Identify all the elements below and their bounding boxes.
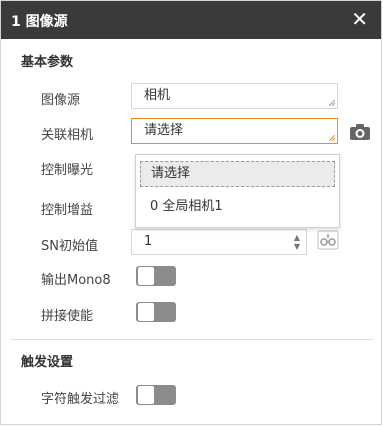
toggle-knob [138, 303, 154, 321]
stitch-enable-toggle[interactable] [136, 302, 176, 322]
char-trigger-filter-label: 字符触发过滤 [41, 392, 120, 407]
image-source-value: 相机 [144, 88, 171, 103]
dialog-titlebar[interactable]: 1 图像源 ✕ [1, 1, 381, 39]
linked-camera-dropdown: 请选择 0 全局相机1 [135, 154, 340, 228]
dropdown-option-global-camera[interactable]: 0 全局相机1 [140, 195, 335, 221]
dialog-title: 1 图像源 [11, 14, 68, 30]
linked-camera-label: 关联相机 [41, 128, 94, 143]
section-divider [11, 339, 373, 340]
resize-grip-icon [329, 135, 335, 141]
sn-initial-label: SN初始值 [41, 239, 98, 254]
char-trigger-filter-toggle[interactable] [136, 385, 176, 405]
control-exposure-label: 控制曝光 [41, 163, 94, 178]
image-source-dialog: 1 图像源 ✕ 基本参数 图像源 相机 关联相机 请选择 控制曝光 控制增益 S… [0, 0, 382, 425]
linked-camera-select[interactable]: 请选择 [131, 118, 338, 144]
output-mono8-label: 输出Mono8 [41, 273, 111, 288]
output-mono8-toggle[interactable] [136, 266, 176, 286]
stitch-enable-label: 拼接使能 [41, 309, 94, 324]
dropdown-option-placeholder[interactable]: 请选择 [140, 161, 335, 187]
resize-grip-icon [329, 100, 335, 106]
section-trigger-settings: 触发设置 [21, 355, 74, 370]
spinner-arrows-icon[interactable]: ▲ ▼ [294, 233, 300, 251]
link-variable-icon[interactable] [317, 230, 339, 250]
sn-initial-value: 1 [144, 234, 153, 249]
toggle-knob [138, 386, 154, 404]
linked-camera-value: 请选择 [144, 123, 184, 138]
control-gain-label: 控制增益 [41, 203, 94, 218]
image-source-field[interactable]: 相机 [131, 83, 338, 109]
sn-initial-input[interactable]: 1 ▲ ▼ [131, 229, 307, 255]
toggle-knob [138, 267, 154, 285]
camera-icon[interactable] [349, 123, 371, 141]
close-icon[interactable]: ✕ [351, 8, 368, 30]
image-source-label: 图像源 [41, 93, 81, 108]
section-basic-params: 基本参数 [21, 55, 74, 70]
